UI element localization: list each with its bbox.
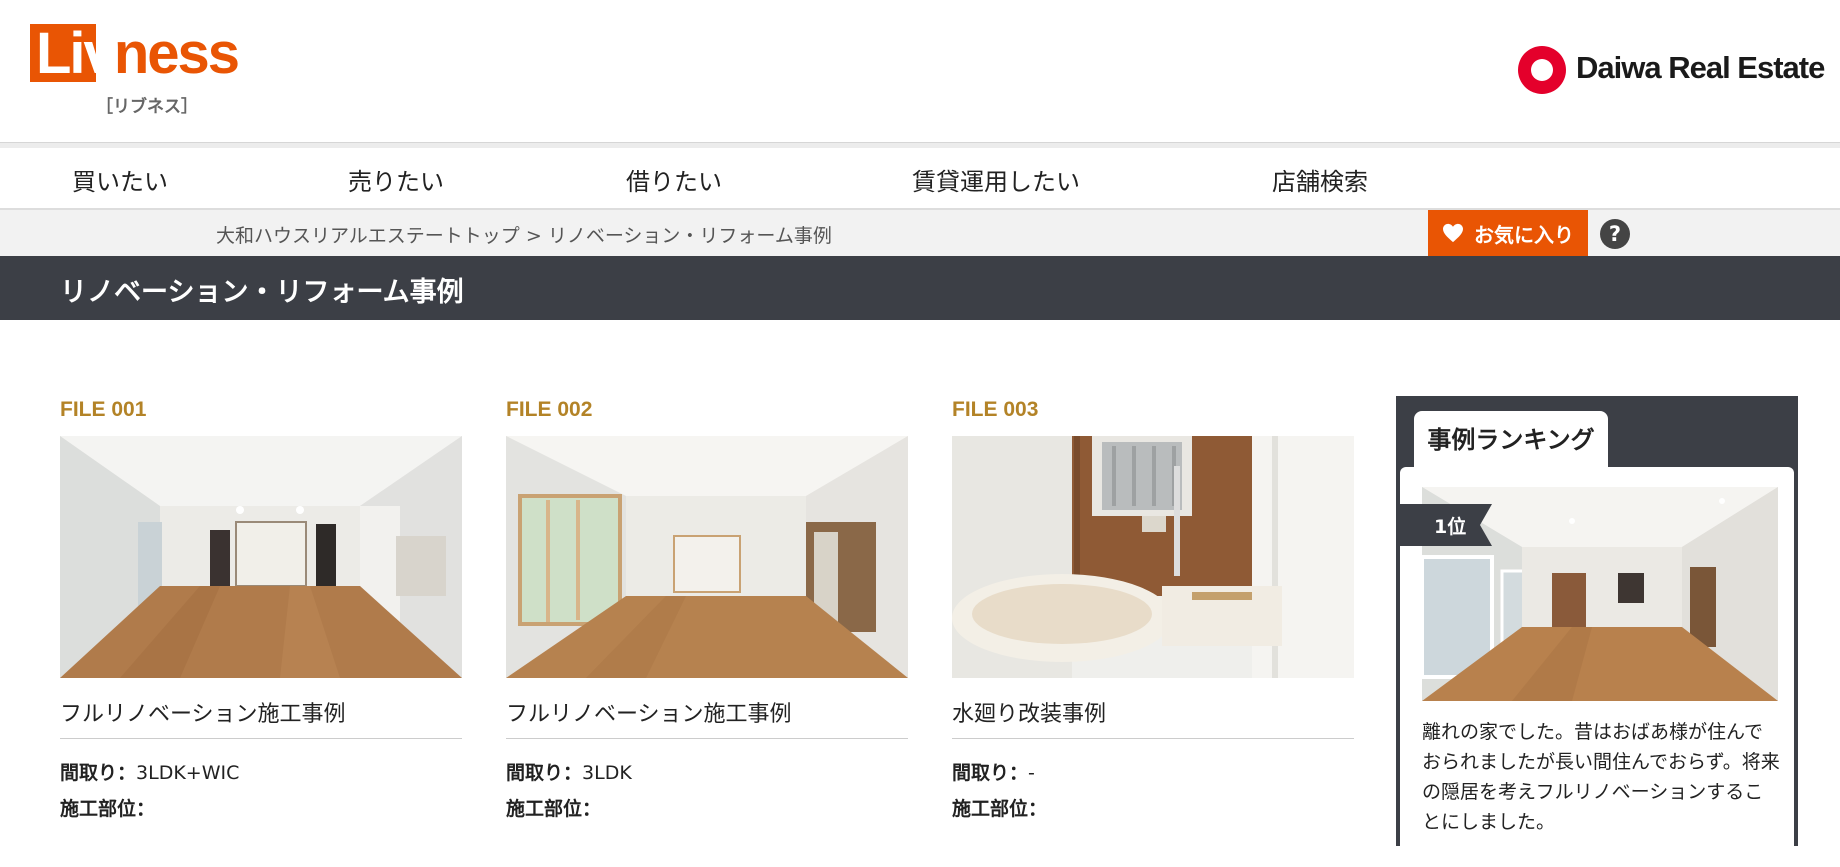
ranking-tab[interactable]: 事例ランキング	[1414, 411, 1608, 469]
breadcrumb-current: リノベーション・リフォーム事例	[547, 225, 832, 247]
rank-badge-label: 1位	[1434, 516, 1467, 538]
case-divider	[506, 738, 908, 739]
case-title[interactable]: フルリノベーション施工事例	[60, 696, 346, 728]
case-photo[interactable]	[506, 436, 908, 678]
livness-logo-wordmark: Livness	[30, 21, 250, 86]
daiwa-brand-text: Daiwa Real Estate	[1576, 50, 1825, 85]
heart-icon	[1443, 223, 1463, 243]
case-layout-label: 間取り：	[60, 762, 137, 784]
logo-subtitle: ［リブネス］	[96, 97, 198, 117]
case-divider	[60, 738, 462, 739]
case-file-number: FILE 001	[60, 398, 147, 421]
case-title[interactable]: フルリノベーション施工事例	[506, 696, 792, 728]
case-layout: 間取り：3LDK	[506, 758, 632, 785]
case-card[interactable]: FILE 003 水廻り改装事例 間取り：- 施工部位：	[952, 398, 1354, 820]
help-icon[interactable]: ?	[1600, 219, 1630, 249]
case-layout-value: 3LDK+WIC	[136, 762, 240, 784]
global-nav: 買いたい 売りたい 借りたい 賃貸運用したい 店舗検索	[0, 148, 1840, 210]
logo-part-1: Li	[36, 21, 86, 86]
breadcrumb: 大和ハウスリアルエステートトップ > リノベーション・リフォーム事例	[216, 221, 832, 248]
favorites-label: お気に入り	[1474, 222, 1574, 247]
case-area-label: 施工部位：	[506, 798, 602, 820]
page-title: リノベーション・リフォーム事例	[60, 277, 464, 308]
case-area: 施工部位：	[506, 794, 601, 821]
case-card[interactable]: FILE 001 フルリノベーション施工事例 間取り：3LDK+WIC 施工部位…	[60, 398, 462, 820]
case-layout-label: 間取り：	[952, 762, 1029, 784]
logo-part-2: v	[83, 21, 116, 86]
livness-logo[interactable]: Livness ［リブネス］	[30, 21, 250, 120]
nav-item-rent[interactable]: 借りたい	[626, 162, 722, 197]
nav-item-sell[interactable]: 売りたい	[348, 162, 444, 197]
case-area: 施工部位：	[952, 794, 1047, 821]
daiwa-ring-icon	[1518, 46, 1566, 94]
nav-item-store-search[interactable]: 店舗検索	[1272, 162, 1368, 197]
nav-item-buy[interactable]: 買いたい	[72, 162, 168, 197]
case-area-label: 施工部位：	[952, 798, 1048, 820]
breadcrumb-separator: >	[519, 225, 548, 247]
case-title[interactable]: 水廻り改装事例	[952, 696, 1106, 728]
breadcrumb-row: 大和ハウスリアルエステートトップ > リノベーション・リフォーム事例 お気に入り…	[0, 210, 1840, 256]
case-area: 施工部位：	[60, 794, 155, 821]
ranking-description: 離れの家でした。昔はおばあ様が住んでおられましたが長い間住んでおらず。将来の隠居…	[1422, 721, 1780, 833]
case-photo[interactable]	[952, 436, 1354, 678]
case-layout-value: -	[1028, 762, 1035, 784]
favorites-button[interactable]: お気に入り	[1428, 210, 1588, 256]
nav-item-rental-management[interactable]: 賃貸運用したい	[912, 162, 1080, 197]
case-layout: 間取り：-	[952, 758, 1035, 785]
case-layout: 間取り：3LDK+WIC	[60, 758, 239, 785]
site-header: Livness ［リブネス］ Daiwa Real Estate	[0, 0, 1840, 142]
case-photo[interactable]	[60, 436, 462, 678]
breadcrumb-home-link[interactable]: 大和ハウスリアルエステートトップ	[216, 225, 520, 247]
case-area-label: 施工部位：	[60, 798, 156, 820]
page-title-band: リノベーション・リフォーム事例	[0, 256, 1840, 320]
case-card[interactable]: FILE 002 フルリノベーション施工事例 間取り：3LDK 施工部位：	[506, 398, 908, 820]
case-file-number: FILE 002	[506, 398, 593, 421]
case-layout-value: 3LDK	[582, 762, 632, 784]
case-layout-label: 間取り：	[506, 762, 583, 784]
logo-part-3: ness	[113, 21, 240, 86]
case-ranking-panel: 離れの家でした。昔はおばあ様が住んでおられましたが長い間住んでおらず。将来の隠居…	[1396, 396, 1798, 867]
case-file-number: FILE 003	[952, 398, 1039, 421]
case-divider	[952, 738, 1354, 739]
daiwa-real-estate-logo[interactable]: Daiwa Real Estate	[1518, 44, 1830, 96]
